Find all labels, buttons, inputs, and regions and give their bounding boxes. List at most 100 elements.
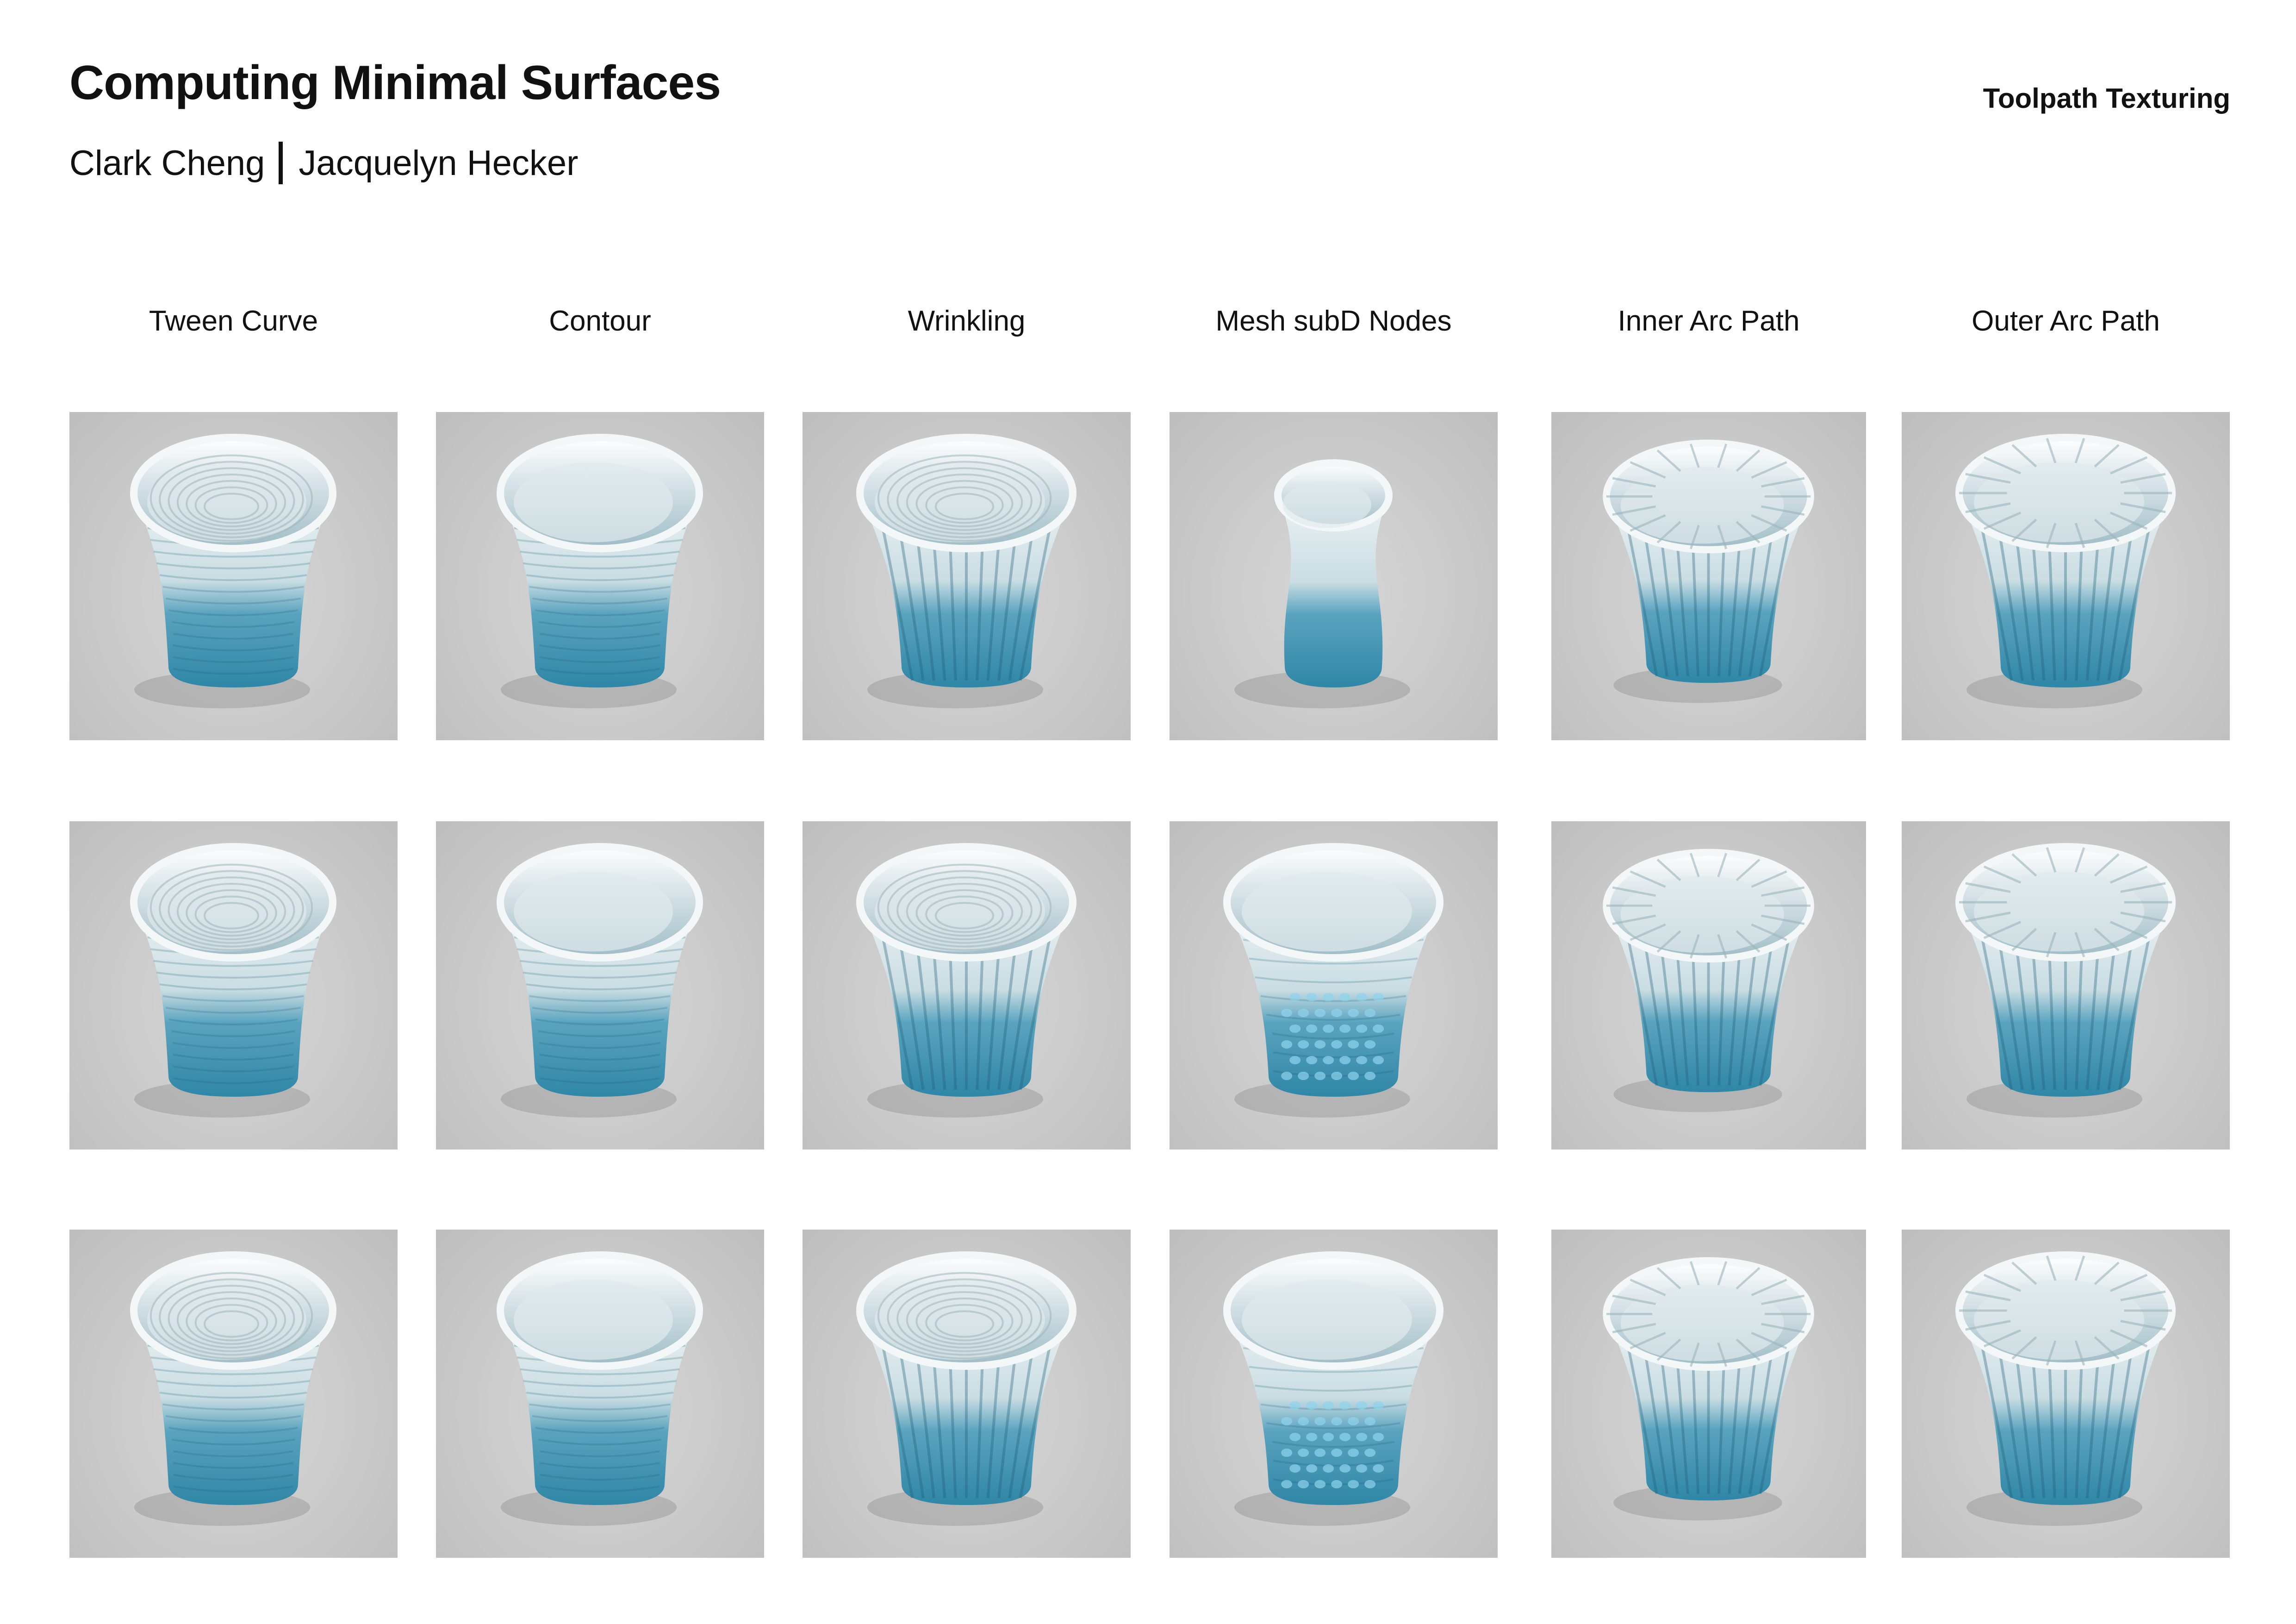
vase-render: [1955, 1251, 2176, 1526]
mesh-node: [1281, 1009, 1293, 1017]
mesh-node: [1356, 1056, 1368, 1064]
mesh-node: [1306, 1024, 1318, 1033]
render-wrinkling: [803, 821, 1131, 1149]
mesh-node: [1289, 1056, 1301, 1064]
mesh-node: [1306, 1056, 1318, 1064]
mesh-node: [1348, 1417, 1359, 1425]
mesh-node: [1306, 993, 1318, 1001]
vase-render: [856, 843, 1076, 1118]
mesh-node: [1348, 1072, 1359, 1080]
mesh-node: [1281, 1040, 1293, 1049]
mesh-node: [1356, 1401, 1368, 1410]
render-contour: [436, 821, 764, 1149]
vase-render: [856, 434, 1076, 708]
mesh-node: [1373, 993, 1384, 1001]
mesh-node: [1289, 1433, 1301, 1441]
vase-render: [497, 434, 703, 708]
mesh-node: [1306, 1433, 1318, 1441]
render-inner-arc-path: [1551, 412, 1866, 740]
render-tween-curve: [69, 412, 398, 740]
vase-render: [497, 1251, 703, 1526]
mesh-node: [1323, 993, 1334, 1001]
vase-render: [1603, 1257, 1814, 1521]
mesh-node: [1306, 1401, 1318, 1410]
mesh-node: [1298, 1417, 1309, 1425]
render-wrinkling: [803, 1230, 1131, 1558]
vase-interior: [1974, 462, 2144, 543]
render-wrinkling: [803, 412, 1131, 740]
vase-render: [1955, 434, 2176, 708]
mesh-node: [1364, 1480, 1376, 1488]
vase-render: [1955, 843, 2176, 1118]
mesh-node: [1356, 993, 1368, 1001]
mesh-node: [1364, 1009, 1376, 1017]
render-tween-curve: [69, 821, 398, 1149]
vase-render: [1603, 439, 1814, 703]
vase-render: [130, 843, 336, 1118]
mesh-node: [1323, 1024, 1334, 1033]
mesh-node: [1373, 1464, 1384, 1473]
mesh-node: [1373, 1056, 1384, 1064]
mesh-node: [1314, 1449, 1326, 1457]
render-outer-arc-path: [1902, 1230, 2230, 1558]
mesh-node: [1314, 1009, 1326, 1017]
vase-render: [856, 1251, 1076, 1526]
mesh-node: [1373, 1024, 1384, 1033]
mesh-node: [1289, 1401, 1301, 1410]
vase-interior: [514, 462, 673, 543]
column-header-tween-curve: Tween Curve: [149, 305, 318, 337]
mesh-node: [1331, 1417, 1343, 1425]
mesh-node: [1298, 1072, 1309, 1080]
render-outer-arc-path: [1902, 821, 2230, 1149]
mesh-node: [1298, 1009, 1309, 1017]
vase-render: [1223, 843, 1444, 1118]
vase-render: [1234, 459, 1410, 708]
render-mesh-subd-nodes: [1170, 412, 1498, 740]
mesh-node: [1348, 1040, 1359, 1049]
vase-interior: [1620, 467, 1784, 544]
page-title: Computing Minimal Surfaces: [69, 56, 721, 110]
mesh-node: [1339, 1433, 1351, 1441]
mesh-node: [1373, 1433, 1384, 1441]
mesh-node: [1323, 1433, 1334, 1441]
mesh-node: [1339, 1024, 1351, 1033]
mesh-node: [1323, 1056, 1334, 1064]
vase-render: [1223, 1251, 1444, 1526]
mesh-node: [1364, 1072, 1376, 1080]
render-mesh-subd-nodes: [1170, 821, 1498, 1149]
mesh-node: [1356, 1433, 1368, 1441]
mesh-node: [1348, 1449, 1359, 1457]
vase-interior: [1282, 481, 1371, 528]
mesh-node: [1364, 1040, 1376, 1049]
mesh-node: [1323, 1401, 1334, 1410]
column-header-wrinkling: Wrinkling: [908, 305, 1026, 337]
author-divider: [279, 142, 283, 184]
mesh-node: [1348, 1009, 1359, 1017]
mesh-node: [1331, 1040, 1343, 1049]
section-label: Toolpath Texturing: [1983, 83, 2230, 114]
render-contour: [436, 412, 764, 740]
column-header-contour: Contour: [549, 305, 651, 337]
mesh-node: [1289, 1464, 1301, 1473]
mesh-node: [1364, 1449, 1376, 1457]
mesh-node: [1289, 1024, 1301, 1033]
mesh-node: [1356, 1024, 1368, 1033]
mesh-node: [1281, 1417, 1293, 1425]
mesh-node: [1281, 1072, 1293, 1080]
mesh-node: [1339, 993, 1351, 1001]
column-header-mesh-subd-nodes: Mesh subD Nodes: [1215, 305, 1452, 337]
mesh-node: [1314, 1480, 1326, 1488]
render-contour: [436, 1230, 764, 1558]
mesh-node: [1339, 1056, 1351, 1064]
mesh-node: [1298, 1480, 1309, 1488]
vase-interior: [514, 1280, 673, 1360]
mesh-node: [1281, 1480, 1293, 1488]
mesh-node: [1323, 1464, 1334, 1473]
author-name: Jacquelyn Hecker: [299, 143, 579, 183]
mesh-node: [1364, 1417, 1376, 1425]
vase-render: [130, 1251, 336, 1526]
mesh-node: [1339, 1464, 1351, 1473]
vase-interior: [1974, 1280, 2144, 1360]
mesh-node: [1314, 1417, 1326, 1425]
mesh-node: [1306, 1464, 1318, 1473]
